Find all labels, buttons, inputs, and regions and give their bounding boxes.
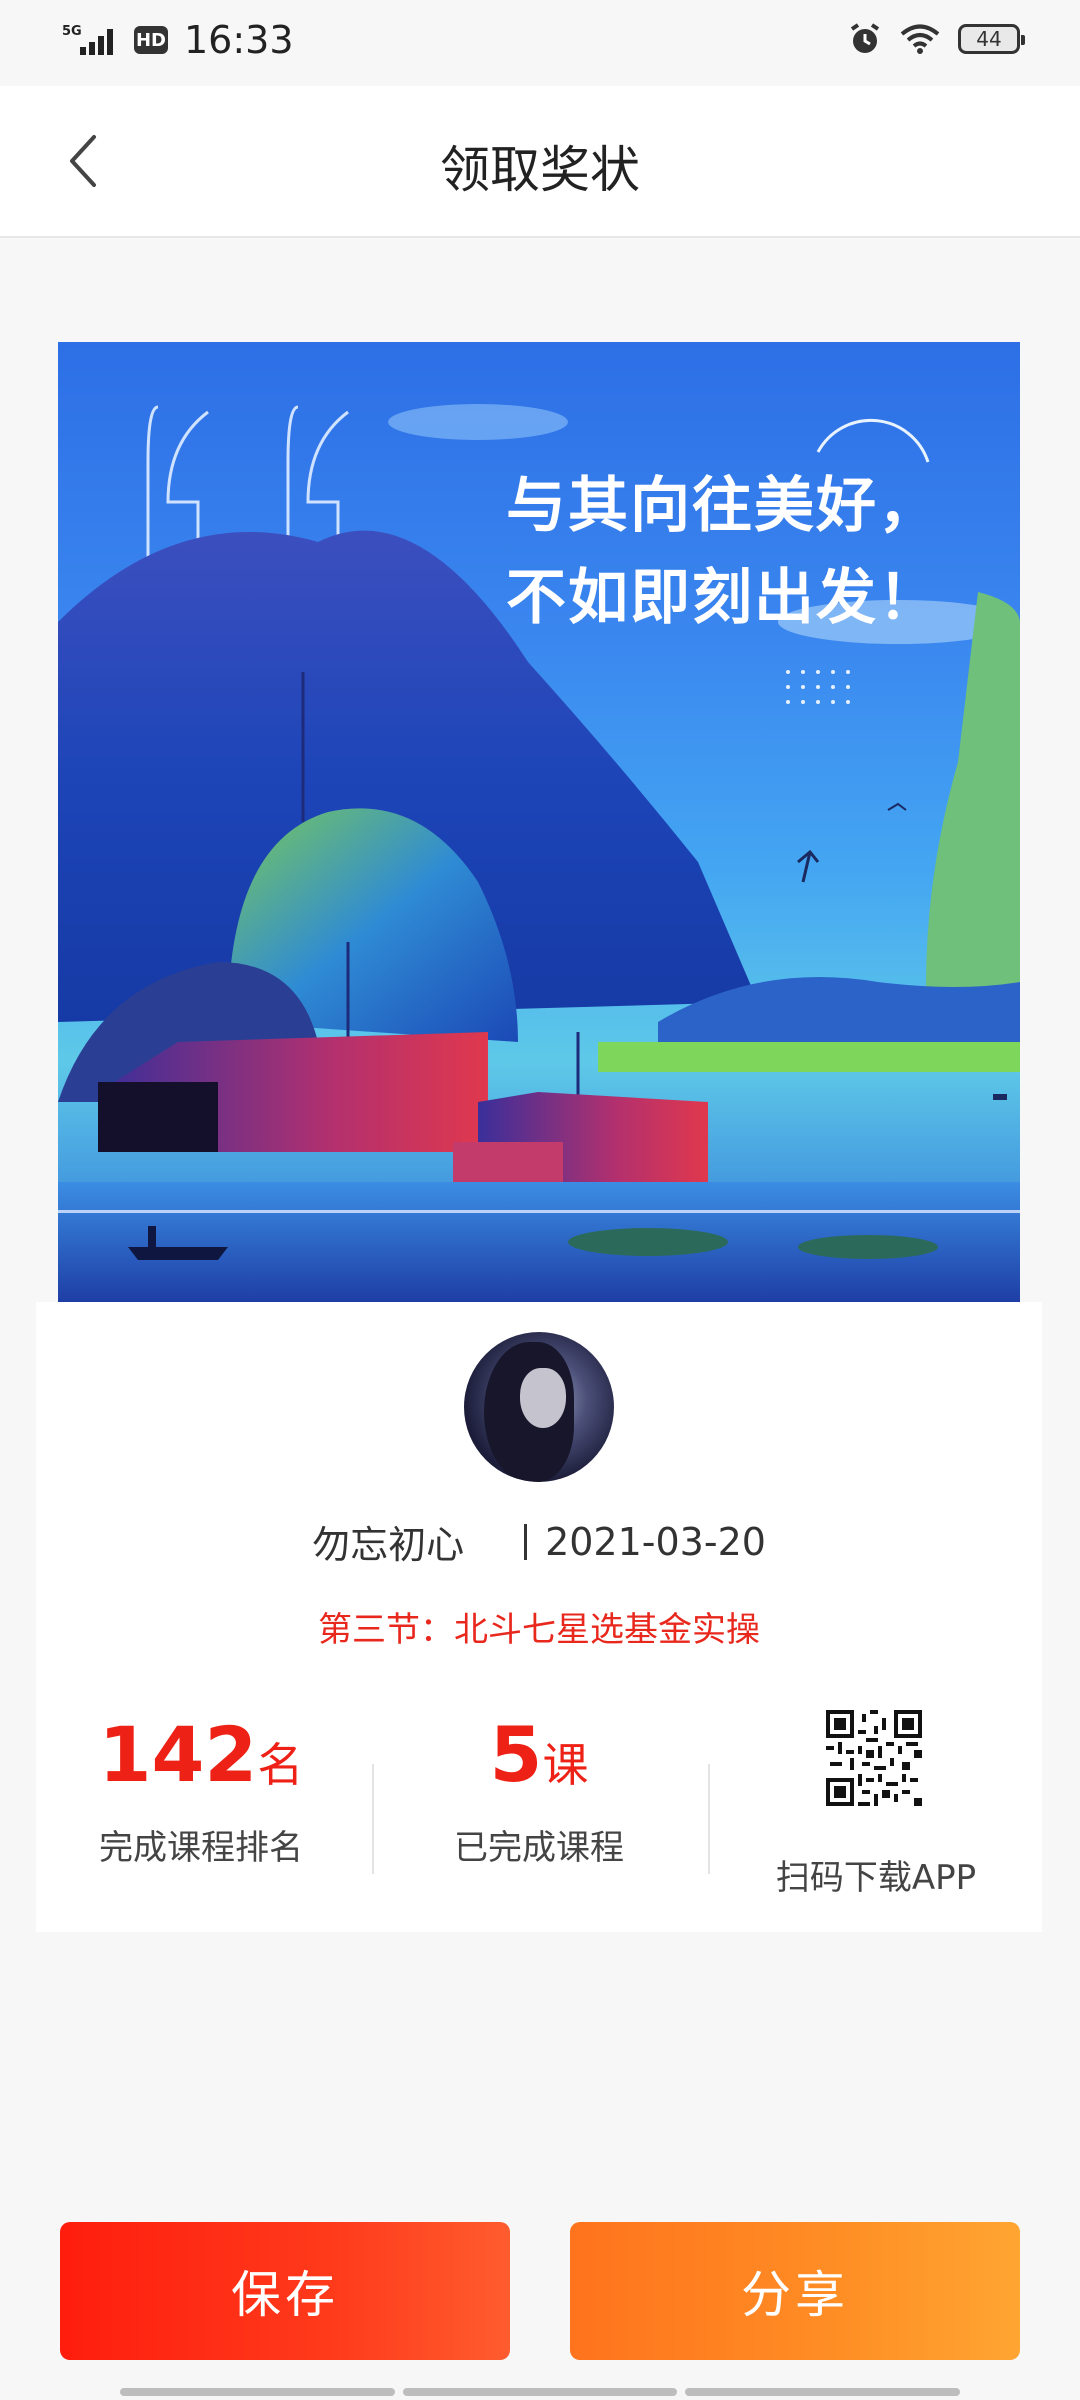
separator — [524, 1523, 528, 1560]
certificate-poster-image: 与其向往美好， 不如即刻出发！ — [58, 342, 1020, 1302]
wifi-icon — [900, 24, 940, 54]
status-bar: 5G HD 16:33 44 — [0, 0, 1080, 86]
ranking-unit: 名 — [257, 1738, 304, 1792]
battery-level: 44 — [976, 27, 1002, 51]
alarm-icon — [850, 23, 880, 53]
poster-quote-line2: 不如即刻出发！ — [506, 563, 940, 633]
certificate-info-card: 勿忘初心 2021-03-20 第三节：北斗七星选基金实操 142名 完成课程排… — [36, 1302, 1042, 1932]
svg-text:5G: 5G — [62, 24, 82, 39]
completed-unit: 课 — [542, 1738, 589, 1792]
battery-icon: 44 — [958, 24, 1025, 54]
poster-quote: 与其向往美好， 不如即刻出发！ — [506, 460, 940, 644]
stat-divider — [708, 1764, 710, 1874]
user-info-row: 勿忘初心 2021-03-20 — [36, 1514, 1042, 1569]
qr-download-label: 扫码下载APP — [775, 1858, 977, 1898]
certificate-date: 2021-03-20 — [545, 1519, 766, 1564]
user-name: 勿忘初心 — [312, 1523, 465, 1567]
avatar — [464, 1332, 614, 1482]
completed-value: 5 — [489, 1710, 543, 1799]
lesson-title: 第三节：北斗七星选基金实操 — [318, 1610, 760, 1650]
poster-quote-line1: 与其向往美好， — [506, 471, 940, 541]
share-button[interactable]: 分享 — [570, 2222, 1020, 2360]
cellular-signal-icon: 5G — [62, 24, 113, 55]
completed-label: 已完成课程 — [454, 1828, 624, 1868]
page-title: 领取奖状 — [440, 141, 640, 199]
save-button[interactable]: 保存 — [60, 2222, 510, 2360]
stat-completed-courses: 5课 已完成课程 — [374, 1710, 704, 1869]
hd-voice-icon: HD — [134, 26, 168, 54]
status-time: 16:33 — [184, 18, 294, 62]
ranking-value: 142 — [98, 1710, 258, 1799]
qr-code-icon — [826, 1710, 922, 1806]
gesture-navigation-bar[interactable] — [120, 2388, 961, 2396]
navigation-bar: 领取奖状 — [0, 86, 1080, 238]
stats-row: 142名 完成课程排名 5课 已完成课程 扫码下载APP — [36, 1710, 1042, 1898]
stat-ranking: 142名 完成课程排名 — [36, 1710, 366, 1869]
ranking-label: 完成课程排名 — [99, 1828, 303, 1868]
